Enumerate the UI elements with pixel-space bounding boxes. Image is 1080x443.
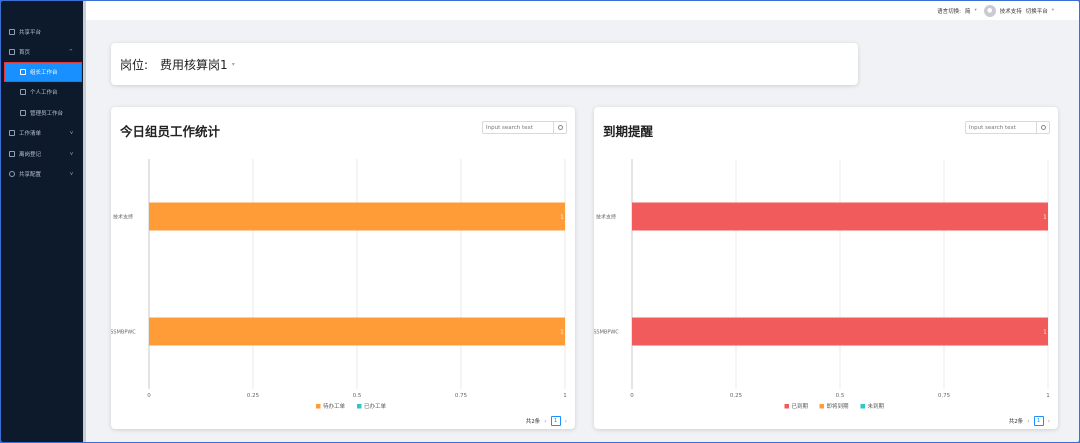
search-icon — [557, 125, 563, 130]
x-tick-label: 0 — [630, 393, 634, 399]
sidebar-item-admin-workbench[interactable]: 管理员工作台 — [1, 104, 83, 122]
x-tick-label: 0.5 — [353, 393, 362, 399]
bar — [149, 202, 565, 231]
sidebar-item-label: 组长工作台 — [30, 70, 58, 76]
sidebar-item-label: 管理员工作台 — [30, 111, 64, 117]
bar — [149, 317, 565, 346]
pagination-total: 共2条 — [525, 419, 541, 425]
sidebar-item-label: 离岗登记 — [19, 152, 42, 158]
sidebar-item-personal-workbench[interactable]: 个人工作台 — [1, 83, 83, 101]
page-number[interactable]: 1 — [550, 416, 561, 426]
sidebar-item-label: 个人工作台 — [30, 90, 58, 96]
sidebar-item-share-platform[interactable]: 共享平台 — [1, 23, 83, 41]
search-box — [482, 121, 567, 134]
home-icon — [20, 110, 26, 116]
chevron-down-icon: v — [70, 151, 73, 157]
y-tick-label: SSMBPWC — [594, 330, 619, 336]
legend-swatch — [357, 404, 362, 409]
x-tick-label: 0.75 — [455, 393, 468, 399]
sidebar-item-label: 共享平台 — [19, 30, 42, 36]
chevron-up-icon: ^ — [68, 49, 73, 55]
x-tick-label: 0 — [147, 393, 151, 399]
y-tick-label: 技术支持 — [596, 214, 616, 221]
search-input[interactable] — [966, 124, 1036, 131]
switch-platform-button[interactable]: 切换平台 — [1026, 7, 1048, 15]
search-button[interactable] — [1036, 122, 1049, 133]
chevron-right-icon[interactable]: › — [565, 418, 567, 425]
data-label: 1 — [560, 330, 563, 336]
language-label: 语言切换: — [937, 8, 961, 15]
sidebar-item-leave-register[interactable]: 离岗登记 v — [1, 145, 83, 163]
legend-swatch — [784, 404, 789, 409]
expiry-reminder-card: 0 0.25 0.5 0.75 1 技术支持 1 SSMBPWC 1 已到期 即将到期 未到期 到期提… — [594, 107, 1058, 429]
x-tick-label: 0.25 — [730, 393, 743, 399]
search-icon — [1040, 125, 1046, 130]
sidebar-item-share-config[interactable]: 共享配置 v — [1, 165, 83, 183]
legend-label: 已到期 — [792, 403, 809, 410]
x-tick-label: 0.75 — [938, 393, 951, 399]
search-input[interactable] — [483, 124, 553, 131]
calendar-icon — [9, 151, 15, 157]
pagination: 共2条 ‹ 1 › — [526, 416, 567, 426]
language-select[interactable]: 简 — [965, 7, 971, 15]
team-stats-chart: 0 0.25 0.5 0.75 1 技术支持 1 SSMBPWC 1 待办工单 已办工单 — [111, 159, 567, 410]
sidebar-item-work-list[interactable]: 工作清单 v — [1, 124, 83, 142]
legend-label: 未到期 — [868, 402, 885, 410]
legend-label: 已办工单 — [364, 402, 387, 410]
data-label: 1 — [560, 215, 563, 221]
app-window: 共享平台 首页 ^ 组长工作台 个人工作台 管理员工作台 工作清单 v 离岗登记… — [1, 1, 1079, 442]
position-select[interactable]: 费用核算岗1 — [160, 56, 228, 73]
legend-label: 即将到期 — [827, 402, 850, 410]
sidebar-item-label: 首页 — [19, 50, 31, 56]
user-name[interactable]: 技术支持 — [1000, 7, 1022, 15]
gear-icon — [9, 171, 15, 177]
sidebar: 共享平台 首页 ^ 组长工作台 个人工作台 管理员工作台 工作清单 v 离岗登记… — [1, 1, 83, 442]
chevron-down-icon[interactable]: ▾ — [232, 61, 235, 68]
sidebar-item-label: 共享配置 — [19, 172, 42, 178]
x-tick-label: 1 — [1046, 393, 1050, 399]
chevron-down-icon: v — [70, 171, 73, 177]
list-icon — [9, 130, 15, 136]
chevron-right-icon[interactable]: › — [1048, 418, 1050, 425]
team-stats-card: 0 0.25 0.5 0.75 1 技术支持 1 SSMBPWC 1 待办工单 已办工单 今日组员工… — [111, 107, 575, 429]
sidebar-item-home[interactable]: 首页 ^ — [1, 43, 83, 61]
sidebar-item-label: 工作清单 — [19, 131, 42, 137]
position-card: 岗位: 费用核算岗1 ▾ — [111, 43, 858, 85]
search-button[interactable] — [553, 122, 566, 133]
pagination-total: 共2条 — [1008, 419, 1024, 425]
y-tick-label: SSMBPWC — [111, 330, 136, 336]
chevron-left-icon[interactable]: ‹ — [1027, 418, 1029, 425]
chevron-down-icon: ▾ — [974, 8, 977, 13]
x-tick-label: 0.5 — [836, 393, 845, 399]
data-label: 1 — [1043, 330, 1046, 336]
home-icon — [20, 69, 26, 75]
home-icon — [20, 89, 26, 95]
legend-label: 待办工单 — [323, 402, 346, 410]
chevron-down-icon: v — [70, 130, 73, 136]
x-tick-label: 0.25 — [247, 393, 260, 399]
legend-swatch — [819, 404, 824, 409]
chevron-left-icon[interactable]: ‹ — [544, 418, 546, 425]
chevron-down-icon: ▾ — [1051, 8, 1054, 13]
bar — [632, 202, 1048, 231]
home-icon — [9, 49, 15, 55]
position-label: 岗位: — [120, 57, 149, 72]
y-tick-label: 技术支持 — [113, 214, 133, 221]
page-number[interactable]: 1 — [1033, 416, 1044, 426]
top-bar: 语言切换: 简 ▾ ● 技术支持 切换平台 ▾ — [86, 1, 1079, 20]
sidebar-item-leader-workbench[interactable]: 组长工作台 — [4, 62, 82, 82]
card-title: 今日组员工作统计 — [120, 124, 221, 139]
pagination: 共2条 ‹ 1 › — [1009, 416, 1050, 426]
bar — [632, 317, 1048, 346]
data-label: 1 — [1043, 215, 1046, 221]
search-box — [965, 121, 1050, 134]
card-title: 到期提醒 — [603, 124, 654, 139]
legend-swatch — [860, 404, 865, 409]
expiry-reminder-chart: 0 0.25 0.5 0.75 1 技术支持 1 SSMBPWC 1 已到期 即将到期 未到期 — [594, 159, 1050, 410]
avatar[interactable]: ● — [983, 4, 996, 17]
x-tick-label: 1 — [563, 393, 567, 399]
sidebar-divider — [83, 1, 86, 442]
home-icon — [9, 29, 15, 35]
legend-swatch — [316, 404, 321, 409]
